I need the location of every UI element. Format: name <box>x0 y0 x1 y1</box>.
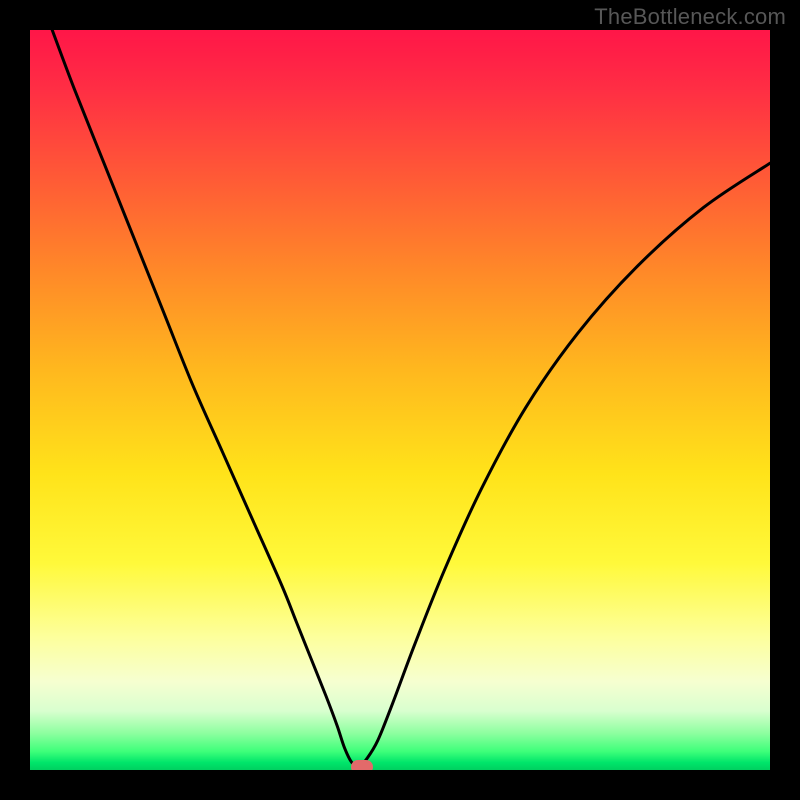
bottleneck-curve <box>52 30 770 766</box>
plot-area <box>30 30 770 770</box>
watermark-text: TheBottleneck.com <box>594 4 786 30</box>
minimum-marker <box>351 760 373 770</box>
chart-frame: TheBottleneck.com <box>0 0 800 800</box>
curve-svg <box>30 30 770 770</box>
